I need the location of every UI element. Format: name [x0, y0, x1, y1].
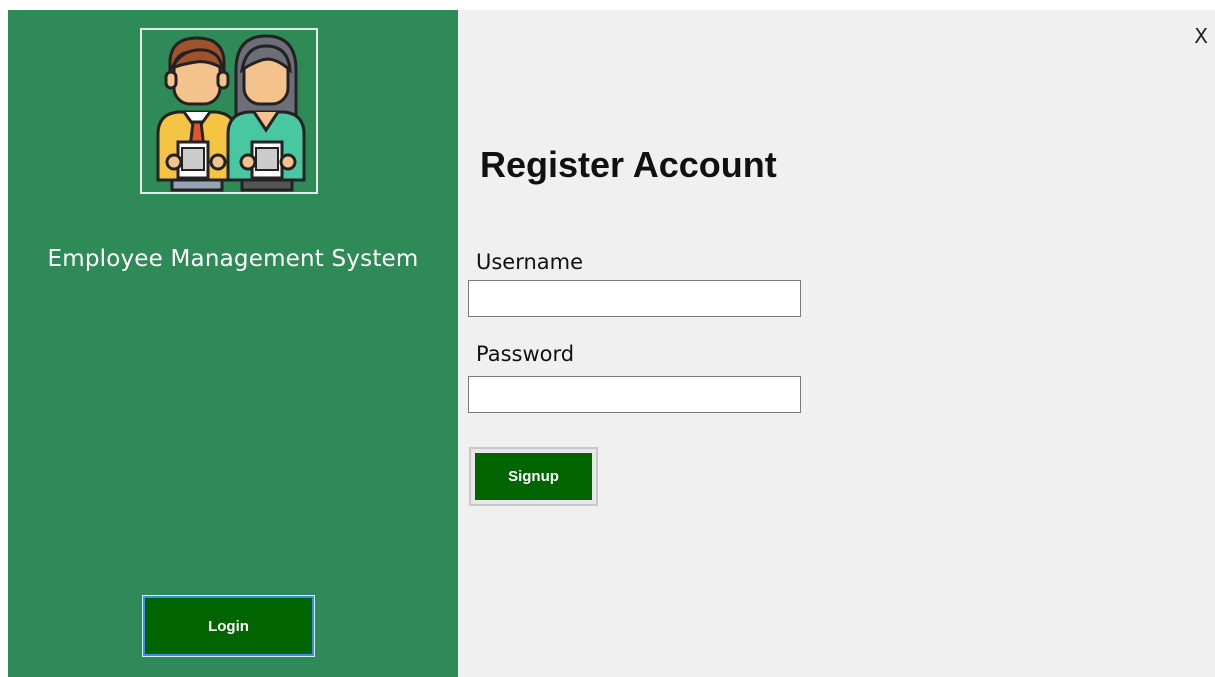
register-window: Employee Management System Login X Regis…: [8, 10, 1215, 677]
username-label: Username: [476, 250, 584, 274]
employees-icon: [156, 34, 306, 192]
username-input[interactable]: [468, 280, 801, 317]
password-label: Password: [476, 342, 575, 366]
sidebar-panel: Employee Management System Login: [8, 10, 458, 677]
form-title: Register Account: [480, 144, 777, 185]
close-button[interactable]: X: [1194, 24, 1208, 48]
app-title: Employee Management System: [47, 246, 419, 272]
logo-frame: [140, 28, 318, 194]
login-button[interactable]: Login: [142, 595, 315, 657]
signup-button-frame: Signup: [469, 447, 598, 506]
signup-button[interactable]: Signup: [475, 453, 592, 500]
password-input[interactable]: [468, 376, 801, 413]
